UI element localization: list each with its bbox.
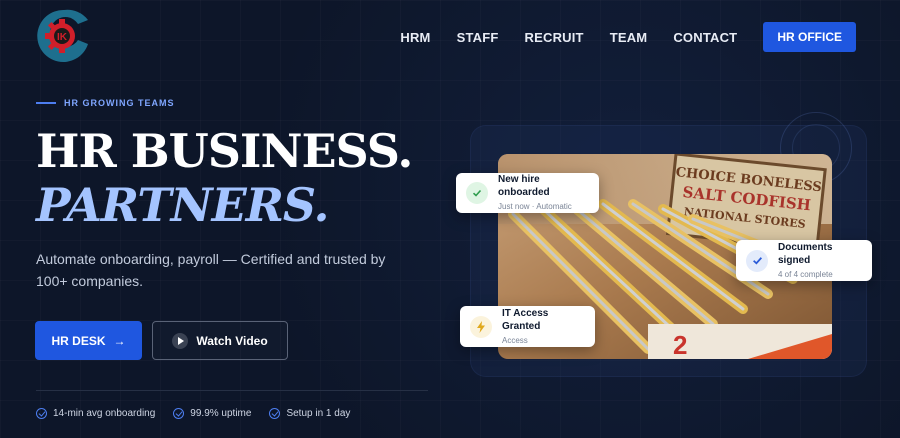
toast-subtitle: Just now · Automatic [498, 202, 572, 211]
watch-video-button[interactable]: Watch Video [152, 321, 288, 360]
eyebrow: HR GROWING TEAMS [36, 98, 175, 108]
badge-label: 14-min avg onboarding [53, 408, 156, 419]
main-nav: HRM STAFF RECRUIT TEAM CONTACT HR OFFICE [400, 22, 856, 52]
badge-uptime: 99.9% uptime [173, 408, 251, 419]
nav-item-team[interactable]: TEAM [610, 30, 648, 45]
nav-item-hrm[interactable]: HRM [400, 30, 430, 45]
hr-desk-label: HR DESK [51, 333, 106, 348]
hero-title-line1: HR BUSINESS. [36, 124, 413, 178]
toast-title: IT Access Granted [502, 307, 549, 332]
nav-item-contact[interactable]: CONTACT [673, 30, 737, 45]
hero-subtitle: Automate onboarding, payroll — Certified… [36, 251, 386, 289]
badge-label: 99.9% uptime [190, 408, 252, 419]
brand-logo[interactable]: IK [36, 6, 92, 66]
toast-subtitle: Access [502, 335, 528, 345]
eyebrow-text: HR GROWING TEAMS [64, 98, 175, 108]
play-icon [172, 332, 189, 349]
hero-title-line2: PARTNERS. [36, 178, 330, 232]
logo-letters: IK [57, 32, 68, 43]
toast-title: Documents signed [778, 241, 833, 266]
svg-text:2: 2 [673, 330, 687, 359]
watch-video-label: Watch Video [196, 333, 268, 348]
badge-onboarding: 14-min avg onboarding [36, 408, 155, 419]
nav-item-recruit[interactable]: RECRUIT [525, 30, 584, 45]
toast-documents: Documents signed 4 of 4 complete [736, 240, 872, 281]
toast-subtitle: 4 of 4 complete [778, 269, 833, 279]
divider [36, 390, 428, 391]
eyebrow-line [36, 102, 56, 104]
check-icon [466, 182, 488, 204]
check-badge-icon [746, 249, 768, 272]
badge-setup: Setup in 1 day [269, 408, 350, 419]
check-circle-icon [36, 408, 47, 419]
check-circle-icon [269, 408, 281, 419]
trust-badges: 14-min avg onboarding 99.9% uptime Setup… [36, 408, 368, 419]
toast-it-access: IT Access Granted Access [460, 306, 595, 347]
check-circle-icon [173, 408, 185, 419]
badge-label: Setup in 1 day [286, 408, 351, 419]
toast-title: New hire onboarded [498, 174, 550, 198]
arrow-right-icon: → [113, 333, 126, 348]
nav-item-staff[interactable]: STAFF [457, 30, 499, 45]
lightning-icon [470, 315, 492, 338]
toast-new-hire: New hire onboarded Just now · Automatic [456, 173, 599, 213]
hr-office-button[interactable]: HR OFFICE [763, 22, 856, 52]
hr-desk-button[interactable]: HR DESK → [35, 321, 142, 360]
